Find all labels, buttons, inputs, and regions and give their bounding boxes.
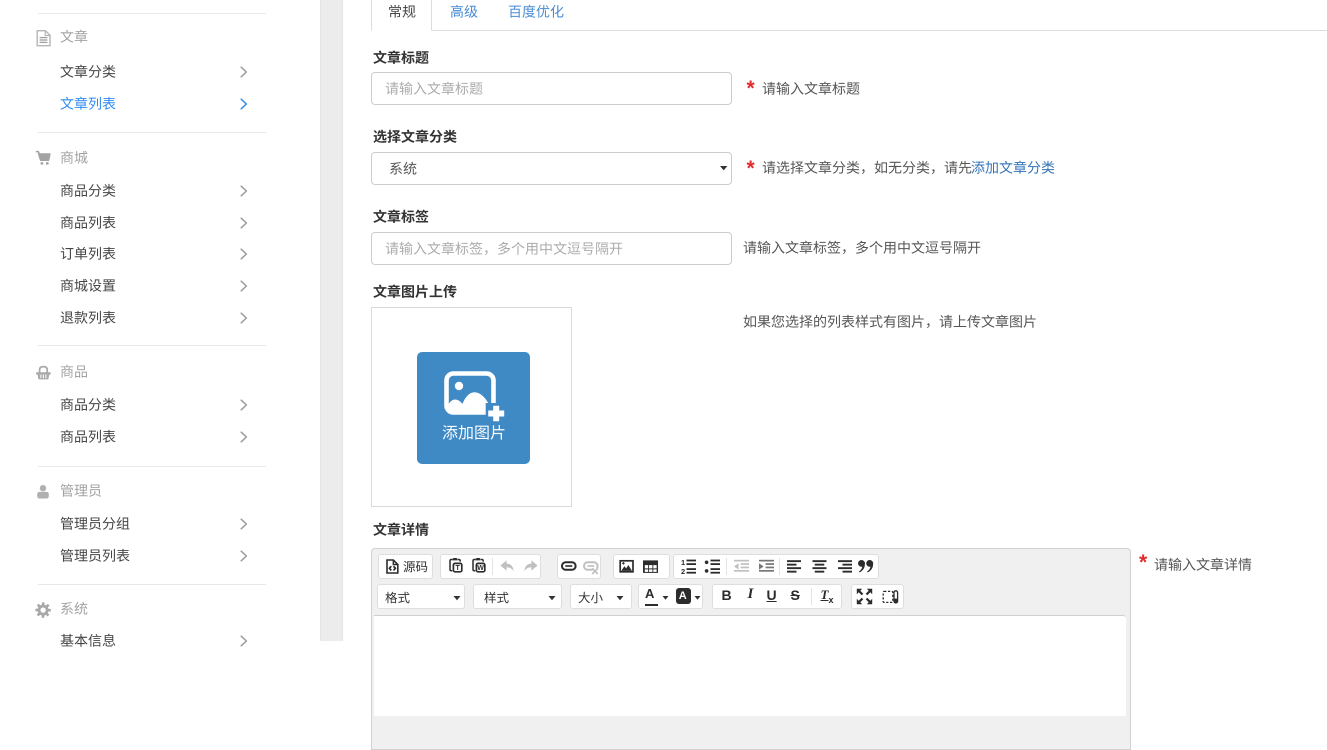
svg-text:W: W — [477, 565, 484, 572]
svg-text:T: T — [455, 565, 460, 572]
svg-text:2: 2 — [681, 567, 685, 575]
svg-text:1: 1 — [681, 558, 685, 567]
